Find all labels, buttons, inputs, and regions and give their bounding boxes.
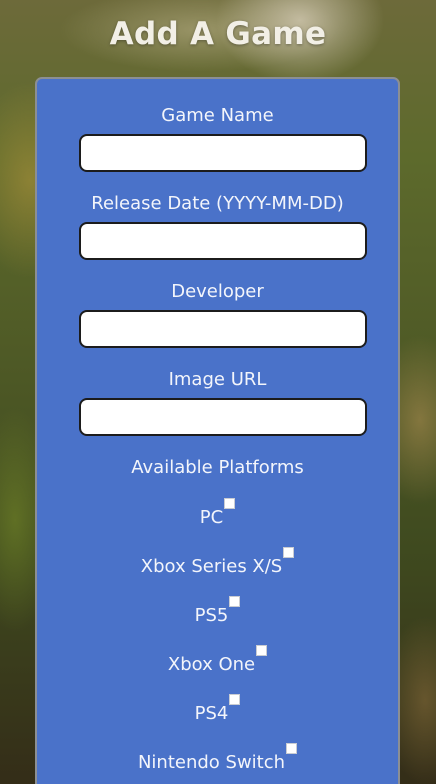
developer-input[interactable]	[79, 310, 367, 348]
platform-label: PC	[199, 507, 224, 528]
platforms-heading: Available Platforms	[131, 457, 304, 478]
pc-checkbox[interactable]	[224, 498, 236, 509]
ps5-checkbox[interactable]	[229, 596, 241, 607]
platform-option-nintendo-switch: Nintendo Switch	[37, 743, 398, 775]
xbox-one-checkbox[interactable]	[256, 645, 268, 656]
platform-label: PS5	[194, 605, 229, 626]
game-name-label: Game Name	[161, 105, 274, 126]
release-date-input[interactable]	[79, 222, 367, 260]
platform-option-ps5: PS5	[37, 596, 398, 628]
platform-option-pc: PC	[37, 498, 398, 530]
xbox-series-checkbox[interactable]	[283, 547, 295, 558]
platform-option-xbox-series: Xbox Series X/S	[37, 547, 398, 579]
add-game-form: Game Name Release Date (YYYY-MM-DD) Deve…	[35, 77, 400, 784]
page-title: Add A Game	[109, 16, 327, 52]
image-url-label: Image URL	[168, 369, 267, 390]
platform-label: Nintendo Switch	[137, 752, 286, 773]
platform-option-xbox-one: Xbox One	[37, 645, 398, 677]
image-url-input[interactable]	[79, 398, 367, 436]
nintendo-switch-checkbox[interactable]	[286, 743, 298, 754]
developer-label: Developer	[171, 281, 264, 302]
game-name-input[interactable]	[79, 134, 367, 172]
platform-label: Xbox Series X/S	[140, 556, 283, 577]
platform-label: Xbox One	[167, 654, 256, 675]
platform-option-ps4: PS4	[37, 694, 398, 726]
release-date-label: Release Date (YYYY-MM-DD)	[91, 193, 344, 214]
ps4-checkbox[interactable]	[229, 694, 241, 705]
platform-label: PS4	[194, 703, 229, 724]
